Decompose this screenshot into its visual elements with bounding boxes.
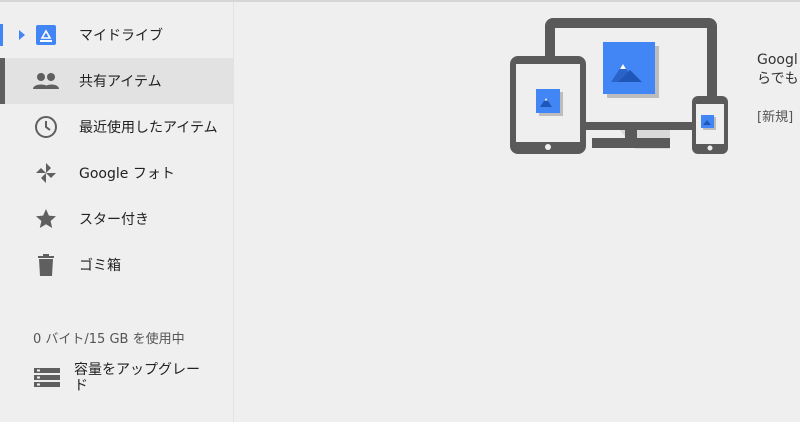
promo-text-line1: Googl [757,52,798,68]
sidebar-item-starred[interactable]: スター付き [0,196,233,242]
upgrade-storage-label: 容量をアップグレード [74,362,200,394]
sidebar-item-label: スター付き [79,212,149,228]
sidebar-item-photos[interactable]: Google フォト [0,150,233,196]
promo-text-line2: らでも [757,71,799,87]
sidebar-item-trash[interactable]: ゴミ箱 [0,242,233,288]
drive-folder-icon [33,22,59,48]
clock-icon [33,114,59,140]
active-indicator [0,58,5,104]
storage-stack-icon [33,366,61,394]
sidebar-item-recent[interactable]: 最近使用したアイテム [0,104,233,150]
promo-new-label: [新規] [757,110,794,125]
sidebar-item-label: 共有アイテム [79,74,162,90]
trash-icon [33,252,59,278]
sidebar-item-label: ゴミ箱 [79,258,121,274]
expand-arrow-icon[interactable] [19,30,25,40]
sidebar-item-label: マイドライブ [79,28,163,44]
main-content: Googl らでも [新規] [234,2,800,422]
sidebar-item-my-drive[interactable]: マイドライブ [0,12,233,58]
sidebar-item-shared[interactable]: 共有アイテム [0,58,233,104]
storage-usage: 0 バイト/15 GB を使用中 [33,332,185,347]
devices-illustration [510,18,728,154]
photos-pinwheel-icon [33,160,59,186]
sidebar-item-label: Google フォト [79,166,175,182]
star-icon [33,206,59,232]
sidebar-item-label: 最近使用したアイテム [79,120,218,136]
sidebar: マイドライブ 共有アイテム 最近使用したアイテム Google フォト スター付… [0,2,234,422]
people-icon [33,68,59,94]
upgrade-storage-button[interactable]: 容量をアップグレード [0,358,233,402]
